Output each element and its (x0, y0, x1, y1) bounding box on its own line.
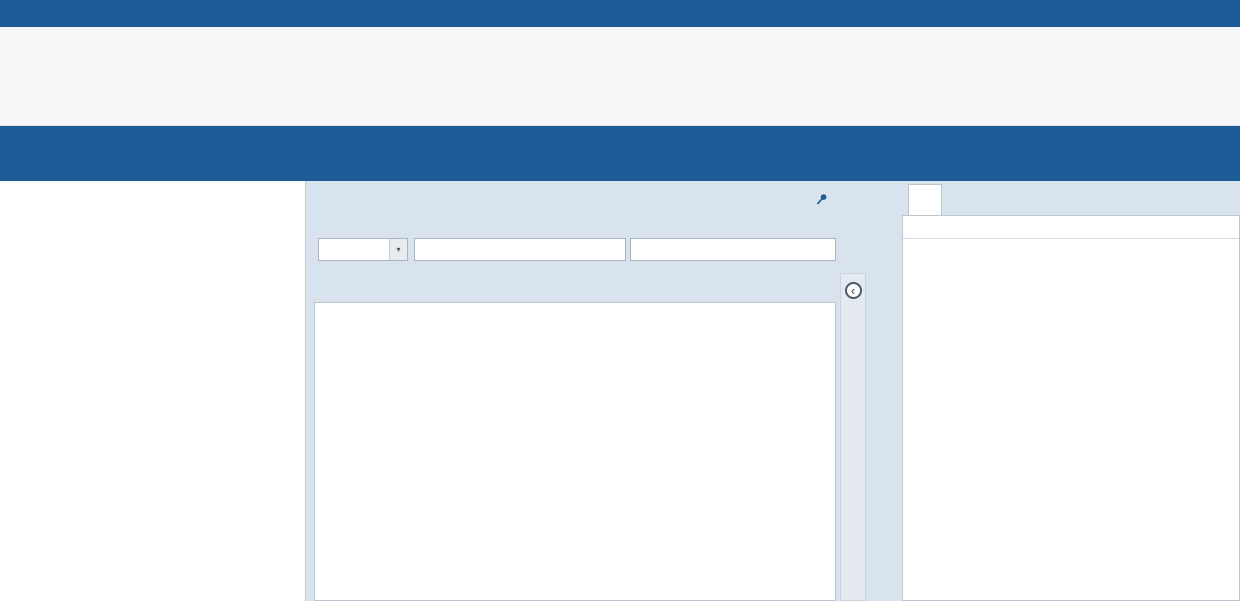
endpoint-input[interactable] (414, 238, 626, 261)
main-area: ▾ ‹ (0, 181, 1240, 601)
properties-tab-row (902, 181, 1240, 215)
module-editor-panel: ▾ ‹ (306, 181, 866, 601)
chevron-down-icon: ▾ (389, 239, 407, 260)
request-bar: ▾ (312, 215, 866, 273)
menubar (0, 0, 1240, 27)
app-window: ▾ ‹ (0, 0, 1240, 601)
project-explorer-tree (0, 181, 306, 601)
method-select[interactable]: ▾ (318, 238, 408, 261)
panel-gap (866, 181, 902, 601)
payload-code-editor[interactable] (314, 302, 836, 601)
document-tab-bar (0, 150, 1240, 181)
expand-headers-button[interactable]: ‹ (845, 282, 862, 299)
ribbon-toolbar (0, 27, 1240, 126)
pin-icon[interactable] (815, 193, 828, 211)
properties-panel (902, 181, 1240, 601)
payload-tab-bar (312, 273, 836, 303)
ribbon-separator (0, 126, 1240, 150)
headers-collapsed-panel: ‹ (840, 273, 866, 601)
tab-properties[interactable] (908, 184, 942, 215)
properties-table (902, 215, 1240, 601)
resource-input[interactable] (630, 238, 836, 261)
editor-view-tabs (312, 181, 866, 215)
properties-table-header (903, 216, 1239, 239)
